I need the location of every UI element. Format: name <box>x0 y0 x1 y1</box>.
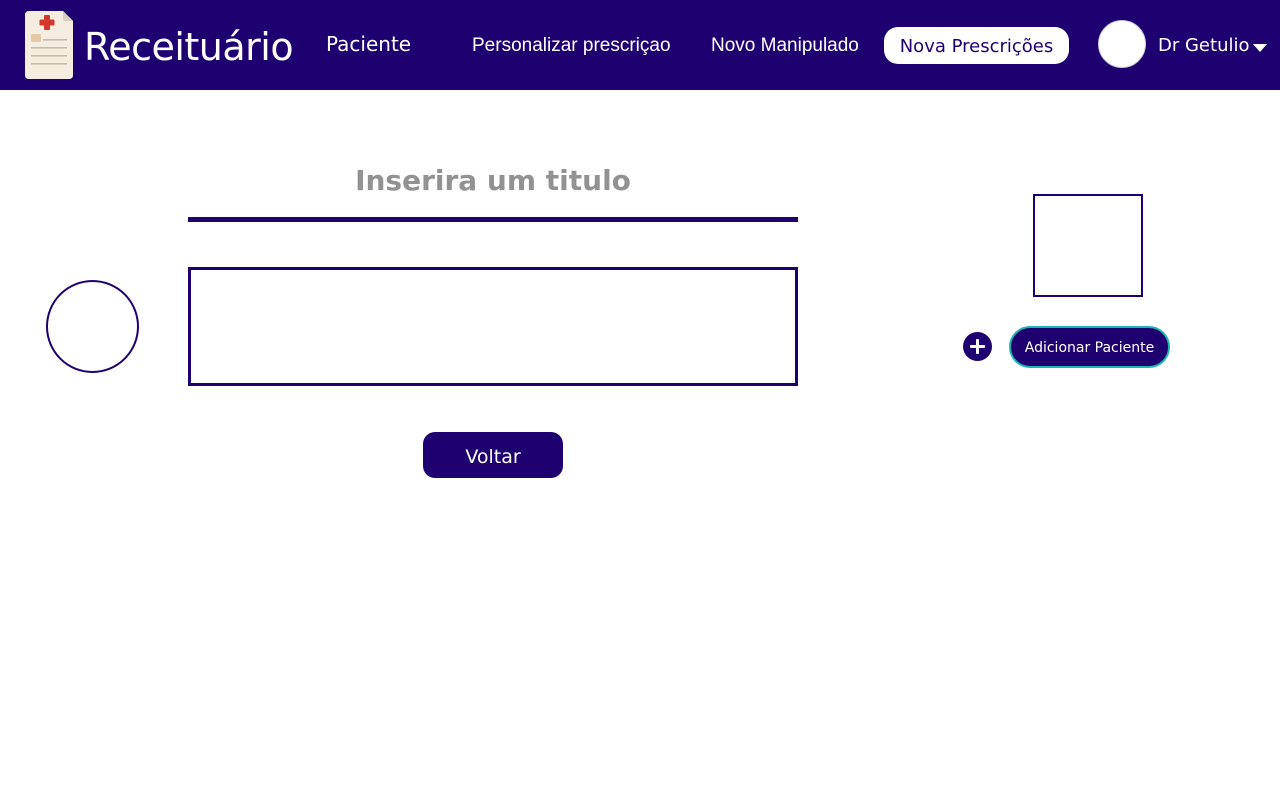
title-input[interactable] <box>188 160 798 200</box>
caret-down-icon[interactable] <box>1253 44 1267 52</box>
add-patient-button[interactable]: Adicionar Paciente <box>1009 326 1170 368</box>
user-avatar[interactable] <box>1098 20 1146 68</box>
prescription-document-icon <box>25 11 73 79</box>
image-placeholder-circle <box>46 280 139 373</box>
user-name[interactable]: Dr Getulio <box>1158 34 1250 58</box>
top-navigation-bar: Receituário Paciente Personalizar prescr… <box>0 0 1280 90</box>
plus-icon[interactable] <box>963 332 992 361</box>
nav-paciente[interactable]: Paciente <box>326 31 411 57</box>
nav-novo-manipulado[interactable]: Novo Manipulado <box>711 34 859 58</box>
nova-prescricao-button[interactable]: Nova Prescrições <box>884 27 1069 64</box>
prescription-text-area[interactable] <box>188 267 798 386</box>
image-placeholder-square <box>1033 194 1143 297</box>
nav-personalizar-prescricao[interactable]: Personalizar prescriçao <box>472 34 671 58</box>
back-button[interactable]: Voltar <box>423 432 563 478</box>
title-underline <box>188 217 798 222</box>
app-title: Receituário <box>84 25 294 69</box>
